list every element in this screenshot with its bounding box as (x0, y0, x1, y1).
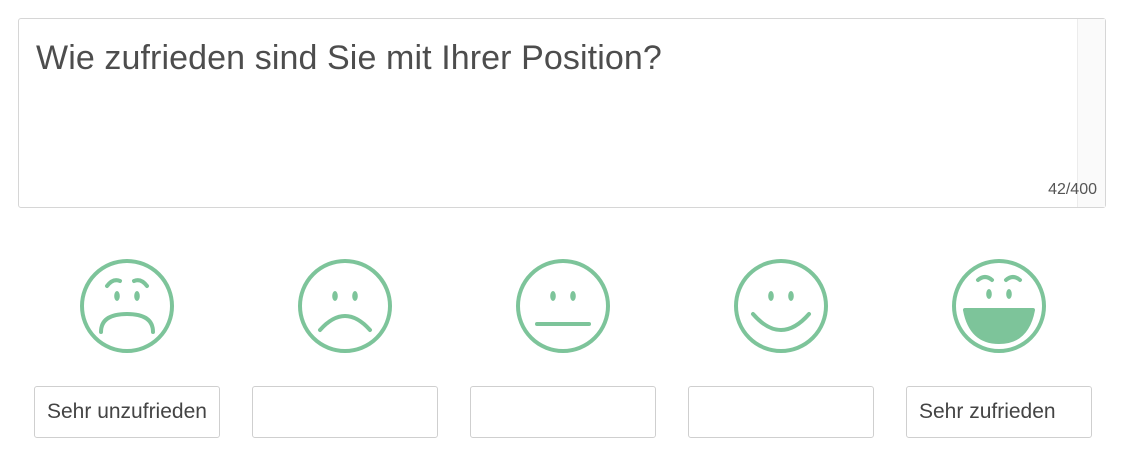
question-text[interactable]: Wie zufrieden sind Sie mit Ihrer Positio… (36, 39, 662, 78)
character-counter: 42/400 (1048, 181, 1097, 198)
question-textarea[interactable]: Wie zufrieden sind Sie mit Ihrer Positio… (18, 18, 1106, 208)
rating-option-5 (906, 250, 1092, 438)
very-happy-face-icon[interactable] (949, 256, 1049, 356)
rating-label-input-2[interactable] (252, 386, 438, 438)
happy-face-icon[interactable] (731, 256, 831, 356)
rating-option-1 (34, 250, 220, 438)
very-sad-face-icon[interactable] (77, 256, 177, 356)
rating-label-input-4[interactable] (688, 386, 874, 438)
rating-option-4 (688, 250, 874, 438)
neutral-face-icon[interactable] (513, 256, 613, 356)
sad-face-icon[interactable] (295, 256, 395, 356)
rating-option-2 (252, 250, 438, 438)
rating-label-input-3[interactable] (470, 386, 656, 438)
textarea-scrollbar[interactable] (1077, 19, 1105, 207)
rating-label-input-1[interactable] (34, 386, 220, 438)
rating-label-input-5[interactable] (906, 386, 1092, 438)
rating-scale (0, 250, 1124, 450)
rating-option-3 (470, 250, 656, 438)
